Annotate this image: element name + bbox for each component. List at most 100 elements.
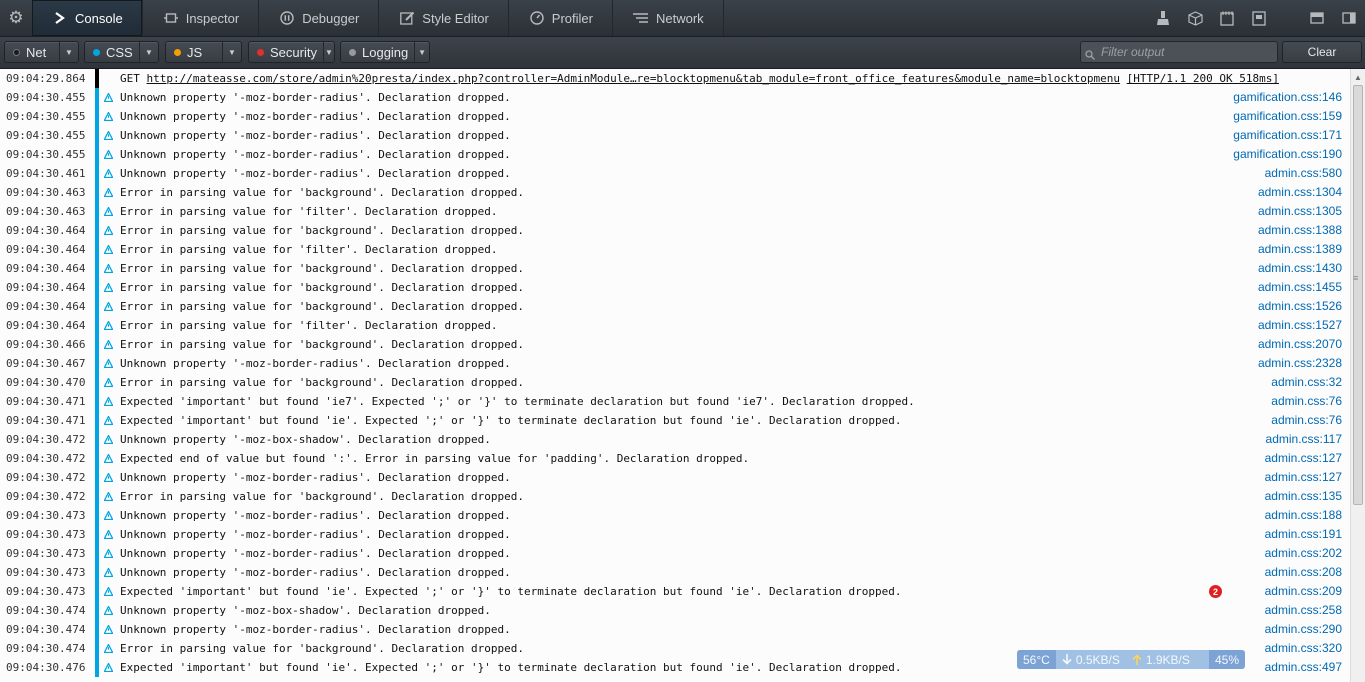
source-link[interactable]: admin.css:290 bbox=[1265, 620, 1342, 639]
css-warning-row[interactable]: 09:04:30.471 Expected 'important' but fou… bbox=[0, 411, 1350, 430]
tab-console[interactable]: Console bbox=[32, 0, 143, 36]
css-warning-row[interactable]: 09:04:30.464 Error in parsing value for '… bbox=[0, 259, 1350, 278]
filter-output-input[interactable] bbox=[1080, 41, 1278, 63]
css-warning-row[interactable]: 09:04:30.473 Unknown property '-moz-borde… bbox=[0, 506, 1350, 525]
console-output[interactable]: 09:04:29.864 GET http://mateasse.com/sto… bbox=[0, 69, 1350, 682]
chevron-down-icon[interactable]: ▼ bbox=[139, 42, 158, 62]
detach-window-icon[interactable] bbox=[1341, 10, 1357, 26]
source-link[interactable]: admin.css:1305 bbox=[1258, 202, 1342, 221]
filter-logging-button[interactable]: Logging ▼ bbox=[340, 41, 430, 63]
source-link[interactable]: gamification.css:190 bbox=[1233, 145, 1342, 164]
chevron-down-icon[interactable]: ▼ bbox=[222, 42, 241, 62]
source-link[interactable]: admin.css:127 bbox=[1265, 468, 1342, 487]
dock-side-icon[interactable] bbox=[1309, 10, 1325, 26]
css-warning-row[interactable]: 09:04:30.455 Unknown property '-moz-borde… bbox=[0, 126, 1350, 145]
source-link[interactable]: admin.css:208 bbox=[1265, 563, 1342, 582]
filter-net-button[interactable]: Net ▼ bbox=[4, 41, 79, 63]
source-link[interactable]: admin.css:1455 bbox=[1258, 278, 1342, 297]
usage-percent: 45% bbox=[1208, 650, 1245, 669]
scratchpad-icon[interactable] bbox=[1219, 10, 1235, 26]
source-link[interactable]: admin.css:32 bbox=[1271, 373, 1342, 392]
source-link[interactable]: admin.css:1388 bbox=[1258, 221, 1342, 240]
log-message: Expected 'important' but found 'ie'. Exp… bbox=[120, 585, 902, 598]
output-scrollbar[interactable]: ▲ ≡ bbox=[1350, 69, 1365, 682]
scrollbar-thumb[interactable] bbox=[1353, 85, 1363, 505]
filter-css-button[interactable]: CSS ▼ bbox=[84, 41, 159, 63]
css-warning-row[interactable]: 09:04:30.463 Error in parsing value for '… bbox=[0, 202, 1350, 221]
css-warning-row[interactable]: 09:04:30.464 Error in parsing value for '… bbox=[0, 221, 1350, 240]
css-warning-row[interactable]: 09:04:30.472 Unknown property '-moz-borde… bbox=[0, 468, 1350, 487]
source-link[interactable]: gamification.css:159 bbox=[1233, 107, 1342, 126]
source-link[interactable]: admin.css:191 bbox=[1265, 525, 1342, 544]
arrow-up-icon bbox=[1132, 654, 1142, 665]
source-link[interactable]: admin.css:135 bbox=[1265, 487, 1342, 506]
3d-view-icon[interactable] bbox=[1187, 10, 1203, 26]
css-warning-row[interactable]: 09:04:30.464 Error in parsing value for '… bbox=[0, 240, 1350, 259]
net-log-row[interactable]: 09:04:29.864 GET http://mateasse.com/sto… bbox=[0, 69, 1350, 88]
log-timestamp: 09:04:30.463 bbox=[6, 205, 86, 218]
tab-style-editor[interactable]: Style Editor bbox=[379, 0, 509, 36]
tab-debugger[interactable]: Debugger bbox=[259, 0, 380, 36]
css-warning-row[interactable]: 09:04:30.461 Unknown property '-moz-borde… bbox=[0, 164, 1350, 183]
filter-security-button[interactable]: Security ▼ bbox=[248, 41, 335, 63]
css-warning-row[interactable]: 09:04:30.472 Expected end of value but fo… bbox=[0, 449, 1350, 468]
css-warning-row[interactable]: 09:04:30.470 Error in parsing value for '… bbox=[0, 373, 1350, 392]
css-warning-row[interactable]: 09:04:30.472 Error in parsing value for '… bbox=[0, 487, 1350, 506]
tab-profiler[interactable]: Profiler bbox=[509, 0, 613, 36]
source-link[interactable]: admin.css:76 bbox=[1271, 411, 1342, 430]
paintbrush-icon[interactable] bbox=[1155, 10, 1171, 26]
source-link[interactable]: admin.css:1526 bbox=[1258, 297, 1342, 316]
source-link[interactable]: admin.css:1430 bbox=[1258, 259, 1342, 278]
scroll-grip-icon: ≡ bbox=[1353, 273, 1359, 283]
source-link[interactable]: admin.css:209 bbox=[1265, 582, 1342, 601]
source-link[interactable]: admin.css:76 bbox=[1271, 392, 1342, 411]
source-link[interactable]: admin.css:1527 bbox=[1258, 316, 1342, 335]
css-warning-row[interactable]: 09:04:30.474 Unknown property '-moz-borde… bbox=[0, 620, 1350, 639]
source-link[interactable]: admin.css:580 bbox=[1265, 164, 1342, 183]
log-timestamp: 09:04:30.476 bbox=[6, 661, 86, 674]
source-link[interactable]: admin.css:258 bbox=[1265, 601, 1342, 620]
source-link[interactable]: admin.css:320 bbox=[1265, 639, 1342, 658]
css-warning-row[interactable]: 09:04:30.455 Unknown property '-moz-borde… bbox=[0, 107, 1350, 126]
scroll-up-icon[interactable]: ▲ bbox=[1354, 73, 1362, 82]
source-link[interactable]: admin.css:497 bbox=[1265, 658, 1342, 677]
source-link[interactable]: admin.css:1304 bbox=[1258, 183, 1342, 202]
source-link[interactable]: admin.css:188 bbox=[1265, 506, 1342, 525]
css-warning-row[interactable]: 09:04:30.472 Unknown property '-moz-box-s… bbox=[0, 430, 1350, 449]
css-warning-row[interactable]: 09:04:30.464 Error in parsing value for '… bbox=[0, 297, 1350, 316]
css-warning-row[interactable]: 09:04:30.463 Error in parsing value for '… bbox=[0, 183, 1350, 202]
css-warning-row[interactable]: 09:04:30.473 Unknown property '-moz-borde… bbox=[0, 525, 1350, 544]
tab-inspector[interactable]: Inspector bbox=[143, 0, 260, 36]
responsive-view-icon[interactable] bbox=[1251, 10, 1267, 26]
css-warning-row[interactable]: 09:04:30.455 Unknown property '-moz-borde… bbox=[0, 145, 1350, 164]
css-warning-row[interactable]: 09:04:30.455 Unknown property '-moz-borde… bbox=[0, 88, 1350, 107]
toolbox-options-button[interactable]: ⚙ bbox=[0, 0, 32, 36]
source-link[interactable]: admin.css:117 bbox=[1266, 430, 1342, 449]
css-warning-row[interactable]: 09:04:30.464 Error in parsing value for '… bbox=[0, 316, 1350, 335]
source-link[interactable]: admin.css:1389 bbox=[1258, 240, 1342, 259]
css-warning-row[interactable]: 09:04:30.464 Error in parsing value for '… bbox=[0, 278, 1350, 297]
source-link[interactable]: gamification.css:171 bbox=[1233, 126, 1342, 145]
notification-badge[interactable]: 2 bbox=[1209, 585, 1222, 598]
css-warning-row[interactable]: 09:04:30.467 Unknown property '-moz-borde… bbox=[0, 354, 1350, 373]
chevron-down-icon[interactable]: ▼ bbox=[322, 42, 334, 62]
chevron-down-icon[interactable]: ▼ bbox=[414, 42, 429, 62]
source-link[interactable]: admin.css:202 bbox=[1265, 544, 1342, 563]
source-link[interactable]: gamification.css:146 bbox=[1233, 88, 1342, 107]
source-link[interactable]: admin.css:2328 bbox=[1258, 354, 1342, 373]
css-warning-row[interactable]: 09:04:30.473 Unknown property '-moz-borde… bbox=[0, 563, 1350, 582]
request-status[interactable]: [HTTP/1.1 200 OK 518ms] bbox=[1127, 72, 1279, 85]
filter-js-button[interactable]: JS ▼ bbox=[165, 41, 242, 63]
css-warning-row[interactable]: 09:04:30.471 Expected 'important' but fou… bbox=[0, 392, 1350, 411]
chevron-down-icon[interactable]: ▼ bbox=[59, 42, 78, 62]
css-warning-row[interactable]: 09:04:30.466 Error in parsing value for '… bbox=[0, 335, 1350, 354]
tab-network[interactable]: Network bbox=[613, 0, 724, 36]
css-warning-row[interactable]: 09:04:30.474 Unknown property '-moz-box-s… bbox=[0, 601, 1350, 620]
css-warning-row[interactable]: 09:04:30.473 Unknown property '-moz-borde… bbox=[0, 544, 1350, 563]
source-link[interactable]: admin.css:2070 bbox=[1258, 335, 1342, 354]
clear-button[interactable]: Clear bbox=[1282, 41, 1362, 63]
css-category-bar bbox=[95, 658, 99, 677]
css-warning-row[interactable]: 09:04:30.473 Expected 'important' but fou… bbox=[0, 582, 1350, 601]
source-link[interactable]: admin.css:127 bbox=[1265, 449, 1342, 468]
request-url[interactable]: http://mateasse.com/store/admin%20presta… bbox=[147, 72, 1121, 85]
